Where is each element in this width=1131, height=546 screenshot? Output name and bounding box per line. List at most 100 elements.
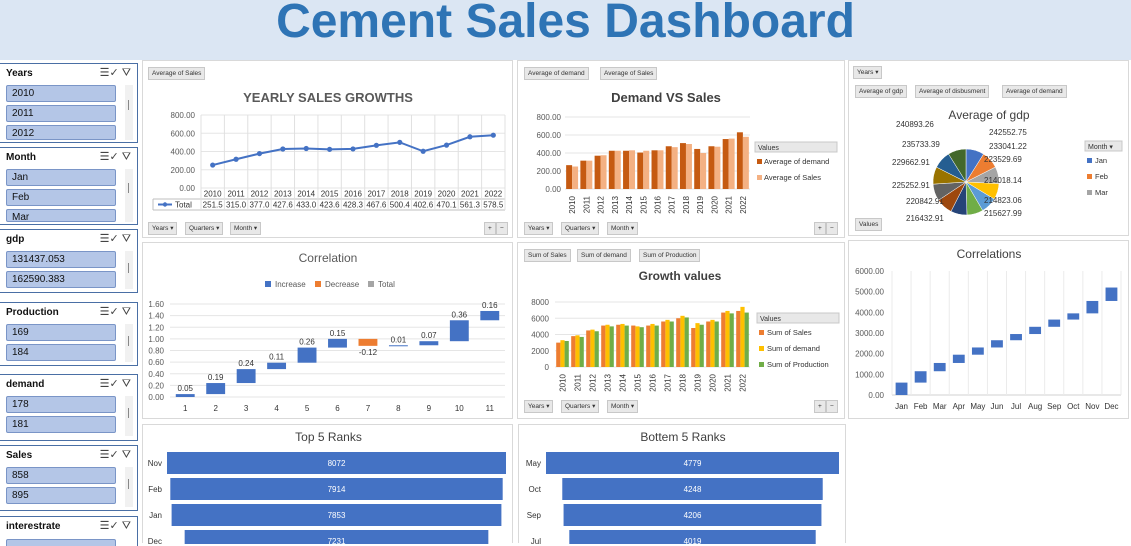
gdp-pie-chart: Average of gdp 242552.75 233041.22 223529.6… — [892, 108, 1123, 223]
clear-filter-icon[interactable]: ⛛ — [122, 67, 131, 79]
slicer-item[interactable]: 2010 — [6, 85, 116, 102]
expand-button[interactable]: + — [484, 222, 496, 235]
x-tick-label: Jun — [991, 402, 1004, 411]
scroll-thumb[interactable] — [128, 336, 129, 346]
slicer-item[interactable]: 2012 — [6, 125, 116, 140]
scroll-thumb[interactable] — [128, 100, 129, 110]
slicer-item[interactable]: 895 — [6, 487, 116, 504]
expand-button[interactable]: + — [814, 222, 826, 235]
y-tick-label: 1.20 — [148, 323, 164, 332]
data-label: 4248 — [684, 485, 702, 494]
slicer-item[interactable]: 169 — [6, 324, 116, 341]
data-point — [467, 134, 473, 140]
slicer-scrollbar[interactable] — [125, 324, 133, 362]
demand-sales-panel: Average of demand Average of Sales Deman… — [517, 60, 845, 238]
filter-button-month[interactable]: Month ▾ — [607, 222, 639, 235]
y-tick-label: Nov — [148, 459, 162, 468]
collapse-button[interactable]: − — [826, 400, 838, 413]
x-tick-label: 5 — [305, 404, 310, 413]
slicer-header: demand ☰✓ ⛛ — [0, 375, 137, 393]
multi-select-icon[interactable]: ☰✓ ⛛ — [100, 150, 131, 164]
legend-label: Average of demand — [764, 157, 829, 166]
x-tick-label: 2014 — [625, 195, 634, 213]
data-label: 8072 — [328, 459, 346, 468]
data-label: 0.15 — [330, 329, 346, 338]
clear-filter-icon[interactable]: ⛛ — [122, 306, 131, 318]
filter-button-month[interactable]: Month ▾ — [230, 222, 262, 235]
multi-select-icon[interactable]: ☰✓ ⛛ — [100, 232, 131, 246]
slicer-item[interactable]: 184 — [6, 344, 116, 361]
legend-label: Total — [175, 201, 192, 210]
x-tick-label: May — [970, 402, 985, 411]
multi-select-icon[interactable]: ☰✓ ⛛ — [100, 66, 131, 80]
x-tick-label: 3 — [244, 404, 249, 413]
slicer-item[interactable]: Feb — [6, 189, 116, 206]
slicer-scrollbar[interactable] — [125, 85, 133, 140]
legend-swatch — [368, 281, 374, 287]
collapse-button[interactable]: − — [496, 222, 508, 235]
legend-label: Feb — [1095, 172, 1108, 181]
slicer-scrollbar[interactable] — [125, 251, 133, 289]
clear-filter-icon[interactable]: ⛛ — [122, 151, 131, 163]
slicer-item[interactable]: 181 — [6, 416, 116, 433]
bar — [623, 150, 630, 189]
x-tick-label: 8 — [396, 404, 401, 413]
x-tick-label: 2022 — [484, 190, 502, 199]
filter-button-years[interactable]: Years ▾ — [524, 222, 554, 235]
filter-button-quarters[interactable]: Quarters ▾ — [561, 222, 600, 235]
legend-label: Average of Sales — [764, 173, 821, 182]
slicer-sales: Sales ☰✓ ⛛ 858 895 — [0, 445, 138, 511]
collapse-button[interactable]: − — [826, 222, 838, 235]
multi-select-icon[interactable]: ☰✓ ⛛ — [100, 448, 131, 462]
expand-button[interactable]: + — [814, 400, 826, 413]
values-button[interactable]: Values — [855, 218, 883, 231]
bar — [328, 338, 347, 348]
slicer-item[interactable]: 162590.383 — [6, 271, 116, 288]
slicer-title: Sales — [6, 450, 33, 461]
data-label: 215627.99 — [984, 209, 1022, 218]
x-tick-label: 2018 — [682, 195, 691, 213]
filter-button-years[interactable]: Years ▾ — [148, 222, 178, 235]
slicer-scrollbar[interactable] — [125, 169, 133, 222]
data-label: 467.6 — [366, 201, 387, 210]
bar — [643, 150, 650, 189]
x-tick-label: 2020 — [709, 373, 718, 391]
scroll-thumb[interactable] — [128, 408, 129, 418]
bar — [676, 318, 681, 367]
bar — [708, 146, 715, 189]
clear-filter-icon[interactable]: ⛛ — [122, 233, 131, 245]
filter-button-quarters[interactable]: Quarters ▾ — [185, 222, 224, 235]
scroll-thumb[interactable] — [128, 183, 129, 193]
slicer-item[interactable]: 178 — [6, 396, 116, 413]
slicer-item[interactable]: 858 — [6, 467, 116, 484]
filter-button-years[interactable]: Years ▾ — [524, 400, 554, 413]
filter-button-month[interactable]: Month ▾ — [607, 400, 639, 413]
slicer-item[interactable]: Jan — [6, 169, 116, 186]
x-tick-label: Apr — [953, 402, 966, 411]
growth-panel: Sum of Sales Sum of demand Sum of Produc… — [517, 242, 845, 419]
legend-title: Values — [758, 145, 779, 152]
clear-filter-icon[interactable]: ⛛ — [122, 449, 131, 461]
multi-select-icon[interactable]: ☰✓ ⛛ — [100, 519, 131, 533]
legend-label: Decrease — [325, 280, 360, 289]
clear-filter-icon[interactable]: ⛛ — [122, 520, 131, 532]
slicer-item[interactable]: 2011 — [6, 105, 116, 122]
data-label: 428.3 — [343, 201, 364, 210]
slicer-scrollbar[interactable] — [125, 396, 133, 436]
bar — [665, 146, 672, 189]
clear-filter-icon[interactable]: ⛛ — [122, 378, 131, 390]
slicer-item[interactable]: 131437.053 — [6, 251, 116, 268]
multi-select-icon[interactable]: ☰✓ ⛛ — [100, 377, 131, 391]
data-label: 500.4 — [390, 201, 411, 210]
bar — [566, 165, 573, 189]
scroll-thumb[interactable] — [128, 479, 129, 489]
correlation-chart: Correlation Increase Decrease Total 0.00 0.20… — [148, 251, 505, 413]
y-tick-label: 800.00 — [171, 111, 196, 120]
y-tick-label: 600.00 — [171, 129, 196, 138]
scroll-thumb[interactable] — [128, 263, 129, 273]
slicer-scrollbar[interactable] — [125, 467, 133, 507]
slicer-item[interactable]: Mar — [6, 209, 116, 223]
data-label: -0.12 — [359, 348, 378, 357]
filter-button-quarters[interactable]: Quarters ▾ — [561, 400, 600, 413]
multi-select-icon[interactable]: ☰✓ ⛛ — [100, 305, 131, 319]
